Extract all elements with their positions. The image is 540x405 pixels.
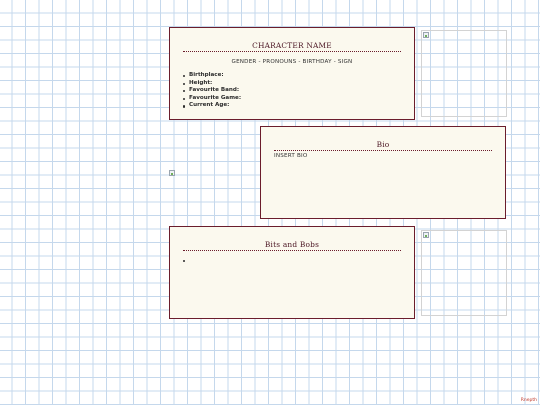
- fact-height: Height:: [183, 80, 241, 88]
- bits-heading: Bits and Bobs: [183, 240, 401, 251]
- profile-card: CHARACTER NAME GENDER - PRONOUNS - BIRTH…: [169, 27, 415, 120]
- bits-item: [183, 257, 191, 265]
- fact-favourite-band: Favourite Band:: [183, 87, 241, 95]
- broken-image-icon: [423, 32, 429, 38]
- credit-link[interactable]: Rnepth: [521, 398, 537, 403]
- bits-card: Bits and Bobs: [169, 226, 415, 319]
- profile-image-frame: [421, 30, 507, 117]
- broken-image-icon: [423, 232, 429, 238]
- character-meta-line: GENDER - PRONOUNS - BIRTHDAY - SIGN: [231, 59, 353, 65]
- fact-favourite-game: Favourite Game:: [183, 95, 241, 103]
- fact-birthplace: Birthplace:: [183, 72, 241, 80]
- bio-heading: Bio: [274, 140, 492, 151]
- bio-card: Bio INSERT BIO: [260, 126, 506, 219]
- bio-text: INSERT BIO: [274, 153, 308, 159]
- character-name-heading: CHARACTER NAME: [183, 41, 401, 52]
- broken-image-icon: [169, 170, 175, 176]
- facts-list: Birthplace: Height: Favourite Band: Favo…: [183, 72, 241, 110]
- extra-image-frame: [421, 230, 507, 316]
- bits-list: [183, 257, 191, 265]
- fact-current-age: Current Age:: [183, 102, 241, 110]
